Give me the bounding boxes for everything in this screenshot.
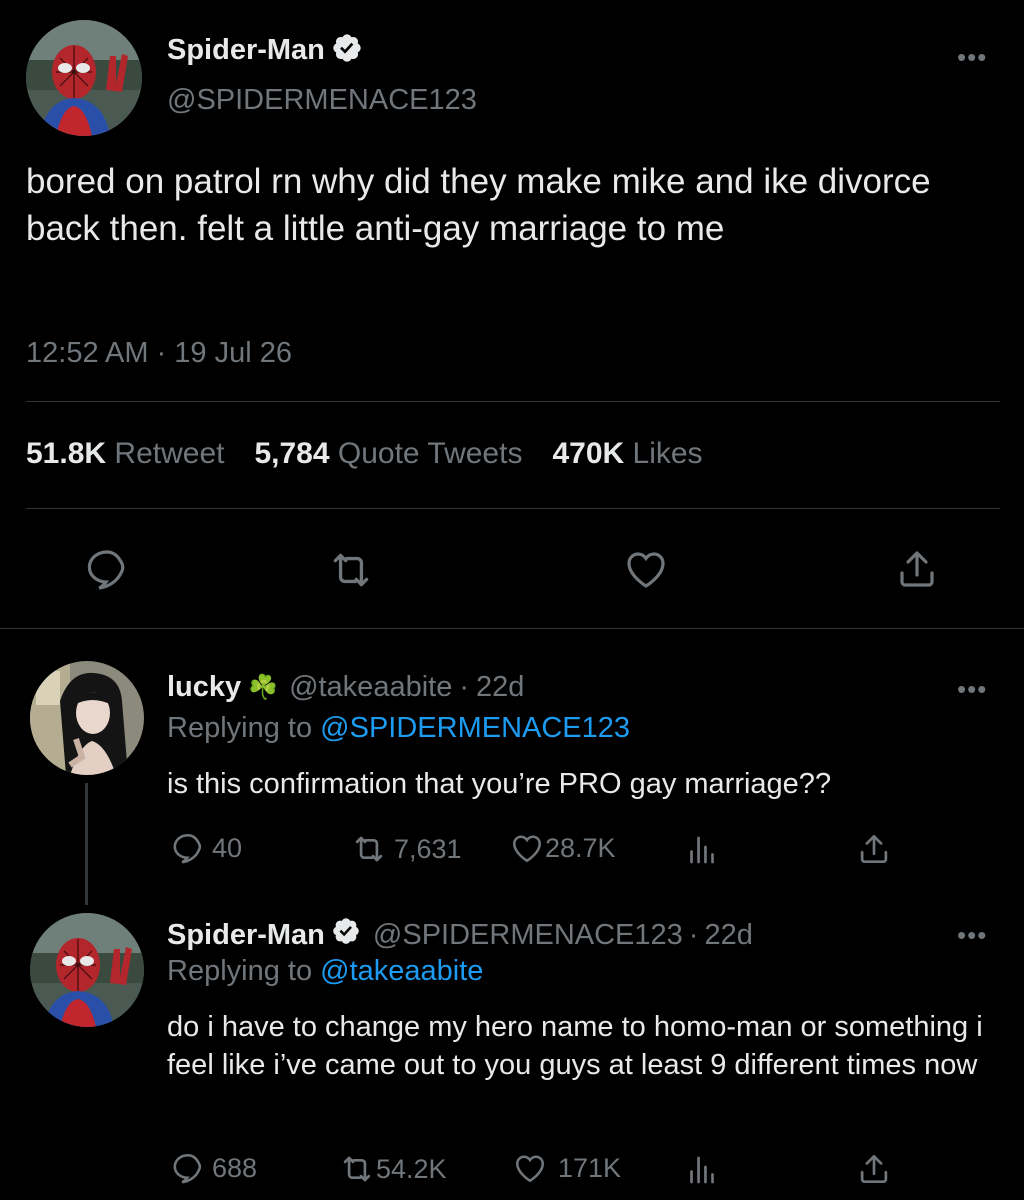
share-icon xyxy=(860,834,888,864)
share-icon xyxy=(900,551,934,587)
views-icon xyxy=(690,836,714,864)
reply-count: 688 xyxy=(212,1152,258,1183)
retweet-icon xyxy=(333,553,369,587)
retweet-icon xyxy=(343,1156,371,1182)
more-icon[interactable]: ••• xyxy=(957,44,987,70)
reply-button[interactable] xyxy=(83,545,131,593)
retweets-label: Retweet xyxy=(114,437,225,470)
retweets-stat[interactable]: 51.8K Retweet xyxy=(26,437,224,471)
like-button[interactable]: 28.7K xyxy=(509,830,616,866)
share-button[interactable] xyxy=(855,1150,893,1188)
avatar-spiderman[interactable] xyxy=(30,913,144,1027)
replying-to-prefix: Replying to xyxy=(167,712,313,744)
reply-header: lucky ☘️ @takeaabite · 22d xyxy=(167,668,524,706)
views-button[interactable] xyxy=(684,832,720,868)
reply-separator: · xyxy=(688,918,699,951)
reply-header: Spider-Man @SPIDERMENACE123 · 22d xyxy=(167,916,753,954)
views-icon xyxy=(690,1156,714,1184)
retweet-icon xyxy=(355,836,383,862)
divider xyxy=(0,628,1024,629)
views-button[interactable] xyxy=(684,1152,720,1188)
share-button[interactable] xyxy=(855,830,893,868)
reply-handle[interactable]: @SPIDERMENACE123 xyxy=(373,919,683,952)
more-icon[interactable]: ••• xyxy=(957,676,987,702)
reply-icon xyxy=(173,1153,202,1184)
avatar-lucky[interactable] xyxy=(30,661,144,775)
retweet-count: 7,631 xyxy=(394,833,462,864)
avatar-spiderman[interactable] xyxy=(26,20,142,136)
quotes-label: Quote Tweets xyxy=(337,437,523,470)
like-icon xyxy=(515,1155,545,1183)
verified-badge-icon xyxy=(331,32,363,69)
quotes-stat[interactable]: 5,784 Quote Tweets xyxy=(254,437,522,471)
replying-to-prefix: Replying to xyxy=(167,955,313,987)
retweet-button[interactable]: 54.2K xyxy=(338,1150,447,1188)
more-icon[interactable]: ••• xyxy=(957,922,987,948)
retweet-button[interactable] xyxy=(326,545,376,595)
share-button[interactable] xyxy=(893,545,941,593)
reply-text: do i have to change my hero name to homo… xyxy=(167,1011,983,1081)
replying-to: Replying to @SPIDERMENACE123 xyxy=(167,712,630,745)
reply-icon xyxy=(87,550,125,590)
reply-separator: · xyxy=(459,670,470,703)
like-count: 28.7K xyxy=(545,832,616,863)
tweet-stats: 51.8K Retweet 5,784 Quote Tweets 470K Li… xyxy=(26,437,703,471)
replying-to-handle[interactable]: @SPIDERMENACE123 xyxy=(320,712,630,744)
author-display-name[interactable]: Spider-Man xyxy=(167,34,325,67)
like-button[interactable] xyxy=(622,545,670,593)
reply-age[interactable]: 22d xyxy=(476,671,524,704)
retweet-button[interactable]: 7,631 xyxy=(350,830,462,868)
replying-to-handle[interactable]: @takeaabite xyxy=(320,955,483,987)
likes-label: Likes xyxy=(632,437,703,470)
reply-button[interactable]: 688 xyxy=(170,1150,257,1186)
share-icon xyxy=(860,1154,888,1184)
like-icon xyxy=(512,835,542,863)
reply-count: 40 xyxy=(212,832,243,863)
reply-icon xyxy=(173,833,202,864)
like-button[interactable]: 171K xyxy=(512,1150,621,1186)
reply-age[interactable]: 22d xyxy=(704,919,752,952)
reply-display-name[interactable]: Spider-Man xyxy=(167,919,325,952)
divider xyxy=(26,508,1000,509)
author-handle[interactable]: @SPIDERMENACE123 xyxy=(167,84,477,117)
like-icon xyxy=(627,552,665,588)
retweets-count: 51.8K xyxy=(26,437,107,470)
reply-text: is this confirmation that you’re PRO gay… xyxy=(167,768,832,800)
clover-emoji: ☘️ xyxy=(248,673,279,701)
reply-display-name[interactable]: lucky xyxy=(167,671,241,704)
retweet-count: 54.2K xyxy=(376,1153,447,1184)
verified-badge-icon xyxy=(331,916,361,954)
thread-connector-line xyxy=(85,783,88,905)
likes-count: 470K xyxy=(552,437,625,470)
divider xyxy=(26,401,1000,402)
likes-stat[interactable]: 470K Likes xyxy=(552,437,702,471)
like-count: 171K xyxy=(558,1152,622,1183)
quotes-count: 5,784 xyxy=(254,437,330,470)
reply-button[interactable]: 40 xyxy=(170,830,242,866)
replying-to: Replying to @takeaabite xyxy=(167,955,483,988)
reply-handle[interactable]: @takeaabite xyxy=(289,671,452,704)
tweet-text: bored on patrol rn why did they make mik… xyxy=(26,162,931,248)
tweet-timestamp[interactable]: 12:52 AM · 19 Jul 26 xyxy=(26,337,292,370)
